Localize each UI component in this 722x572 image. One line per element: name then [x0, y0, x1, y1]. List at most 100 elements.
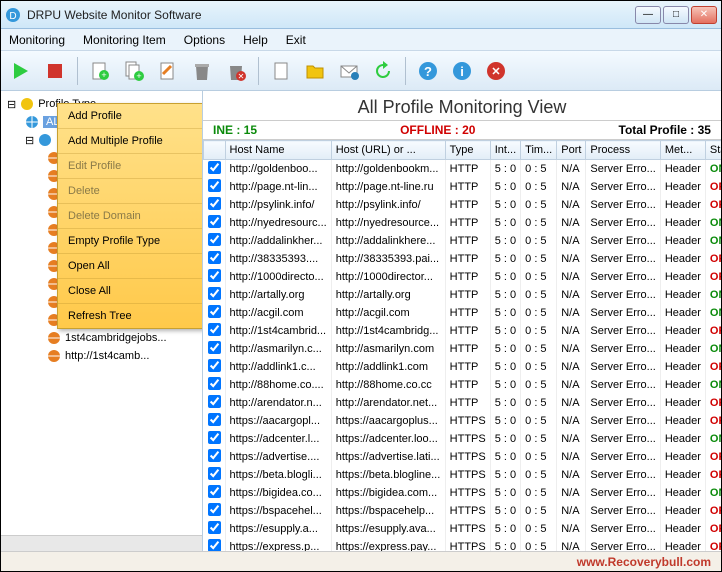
- row-checkbox[interactable]: [208, 503, 221, 516]
- tree-item[interactable]: 1st4cambridgejobs...: [7, 329, 202, 347]
- info-button[interactable]: i: [448, 57, 476, 85]
- row-checkbox[interactable]: [208, 287, 221, 300]
- column-header[interactable]: Host Name: [225, 141, 331, 160]
- cell-status: ONLINE: [705, 160, 721, 179]
- cell-int: 5 : 0: [490, 160, 520, 179]
- table-row[interactable]: https://express.p...https://express.pay.…: [204, 538, 722, 551]
- tree-item[interactable]: http://1st4camb...: [7, 347, 202, 365]
- context-menu-item[interactable]: Close All: [58, 279, 202, 304]
- column-header[interactable]: [204, 141, 226, 160]
- table-row[interactable]: http://asmarilyn.c...http://asmarilyn.co…: [204, 340, 722, 358]
- row-checkbox[interactable]: [208, 161, 221, 174]
- refresh-button[interactable]: [369, 57, 397, 85]
- column-header[interactable]: Int...: [490, 141, 520, 160]
- context-menu-item[interactable]: Open All: [58, 254, 202, 279]
- row-checkbox[interactable]: [208, 341, 221, 354]
- table-row[interactable]: http://addlink1.c...http://addlink1.comH…: [204, 358, 722, 376]
- minimize-button[interactable]: —: [635, 6, 661, 24]
- help-button[interactable]: ?: [414, 57, 442, 85]
- table-row[interactable]: https://bigidea.co...https://bigidea.com…: [204, 484, 722, 502]
- table-row[interactable]: http://88home.co....http://88home.co.ccH…: [204, 376, 722, 394]
- row-checkbox[interactable]: [208, 377, 221, 390]
- table-row[interactable]: https://bspacehel...https://bspacehelp..…: [204, 502, 722, 520]
- cell-url: http://artally.org: [331, 286, 445, 304]
- table-row[interactable]: http://addalinkher...http://addalinkhere…: [204, 232, 722, 250]
- send-button[interactable]: [335, 57, 363, 85]
- context-menu-item[interactable]: Refresh Tree: [58, 304, 202, 328]
- table-row[interactable]: https://advertise....https://advertise.l…: [204, 448, 722, 466]
- column-header[interactable]: Met...: [660, 141, 705, 160]
- table-row[interactable]: https://esupply.a...https://esupply.ava.…: [204, 520, 722, 538]
- row-checkbox[interactable]: [208, 413, 221, 426]
- row-checkbox[interactable]: [208, 467, 221, 480]
- table-row[interactable]: http://38335393....http://38335393.pai..…: [204, 250, 722, 268]
- row-checkbox[interactable]: [208, 233, 221, 246]
- collapse-icon[interactable]: ⊟: [25, 134, 34, 147]
- edit-button[interactable]: [154, 57, 182, 85]
- table-row[interactable]: http://arendator.n...http://arendator.ne…: [204, 394, 722, 412]
- table-row[interactable]: http://psylink.info/http://psylink.info/…: [204, 196, 722, 214]
- row-checkbox[interactable]: [208, 269, 221, 282]
- context-menu-item[interactable]: Add Multiple Profile: [58, 129, 202, 154]
- blank-file-button[interactable]: [267, 57, 295, 85]
- row-checkbox[interactable]: [208, 485, 221, 498]
- row-checkbox[interactable]: [208, 251, 221, 264]
- exit-button[interactable]: ✕: [482, 57, 510, 85]
- add-multi-button[interactable]: +: [120, 57, 148, 85]
- close-button[interactable]: ✕: [691, 6, 717, 24]
- column-header[interactable]: Status: [705, 141, 721, 160]
- open-folder-button[interactable]: [301, 57, 329, 85]
- table-row[interactable]: https://adcenter.l...https://adcenter.lo…: [204, 430, 722, 448]
- column-header[interactable]: Process: [586, 141, 660, 160]
- row-checkbox[interactable]: [208, 395, 221, 408]
- collapse-icon[interactable]: ⊟: [7, 98, 16, 111]
- cell-host: https://adcenter.l...: [225, 430, 331, 448]
- menu-help[interactable]: Help: [239, 31, 272, 49]
- table-row[interactable]: http://goldenboo...http://goldenbookm...…: [204, 160, 722, 179]
- column-header[interactable]: Tim...: [521, 141, 557, 160]
- table-row[interactable]: http://page.nt-lin...http://page.nt-line…: [204, 178, 722, 196]
- cell-url: https://adcenter.loo...: [331, 430, 445, 448]
- cell-int: 5 : 0: [490, 304, 520, 322]
- row-checkbox[interactable]: [208, 197, 221, 210]
- row-checkbox[interactable]: [208, 179, 221, 192]
- menu-options[interactable]: Options: [180, 31, 229, 49]
- row-checkbox[interactable]: [208, 305, 221, 318]
- column-header[interactable]: Host (URL) or ...: [331, 141, 445, 160]
- tree-panel[interactable]: ⊟ Profile Type ALL ⊟ addalinkhere.comhtt…: [1, 91, 203, 551]
- table-row[interactable]: http://acgil.comhttp://acgil.comHTTP5 : …: [204, 304, 722, 322]
- row-checkbox[interactable]: [208, 539, 221, 551]
- table-row[interactable]: http://1st4cambrid...http://1st4cambridg…: [204, 322, 722, 340]
- table-row[interactable]: https://aacargopl...https://aacargoplus.…: [204, 412, 722, 430]
- menu-monitoring-item[interactable]: Monitoring Item: [79, 31, 170, 49]
- row-checkbox[interactable]: [208, 359, 221, 372]
- cell-host: http://page.nt-lin...: [225, 178, 331, 196]
- stop-button[interactable]: [41, 57, 69, 85]
- context-menu-item[interactable]: Add Profile: [58, 104, 202, 129]
- row-checkbox[interactable]: [208, 521, 221, 534]
- play-button[interactable]: [7, 57, 35, 85]
- delete-button[interactable]: [188, 57, 216, 85]
- cell-host: http://nyedresourc...: [225, 214, 331, 232]
- table-row[interactable]: http://1000directo...http://1000director…: [204, 268, 722, 286]
- column-header[interactable]: Type: [445, 141, 490, 160]
- table-row[interactable]: https://beta.blogli...https://beta.blogl…: [204, 466, 722, 484]
- delete-domain-button[interactable]: ✕: [222, 57, 250, 85]
- context-menu-item[interactable]: Empty Profile Type: [58, 229, 202, 254]
- menu-monitoring[interactable]: Monitoring: [5, 31, 69, 49]
- row-checkbox[interactable]: [208, 323, 221, 336]
- row-checkbox[interactable]: [208, 449, 221, 462]
- cell-tim: 0 : 5: [521, 412, 557, 430]
- menu-exit[interactable]: Exit: [282, 31, 310, 49]
- table-row[interactable]: http://artally.orghttp://artally.orgHTTP…: [204, 286, 722, 304]
- users-icon: [20, 97, 34, 111]
- table-row[interactable]: http://nyedresourc...http://nyedresource…: [204, 214, 722, 232]
- row-checkbox[interactable]: [208, 215, 221, 228]
- column-header[interactable]: Port: [557, 141, 586, 160]
- data-grid[interactable]: Host NameHost (URL) or ...TypeInt...Tim.…: [203, 140, 721, 551]
- tree-scrollbar[interactable]: [1, 535, 202, 551]
- maximize-button[interactable]: □: [663, 6, 689, 24]
- footer-link[interactable]: www.Recoverybull.com: [577, 555, 711, 569]
- row-checkbox[interactable]: [208, 431, 221, 444]
- add-file-button[interactable]: +: [86, 57, 114, 85]
